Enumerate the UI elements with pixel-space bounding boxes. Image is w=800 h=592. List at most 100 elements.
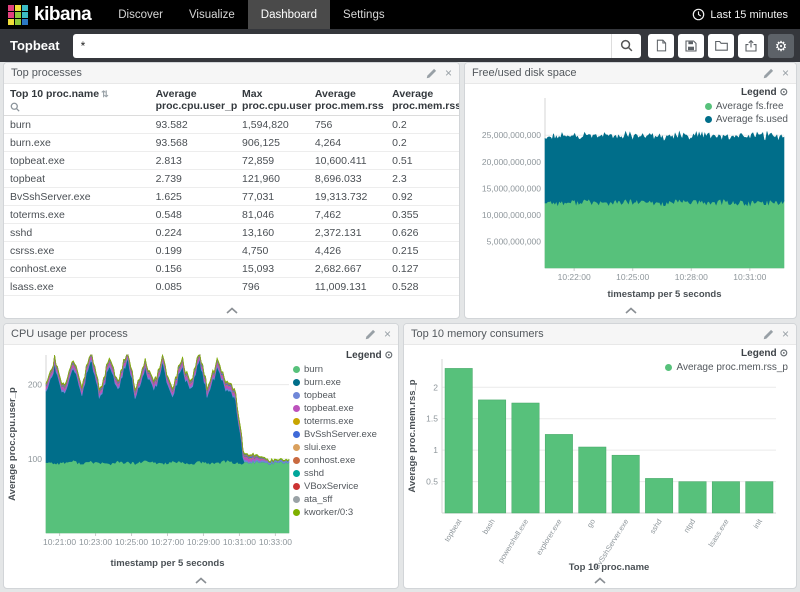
remove-panel-button[interactable]: × [782, 67, 789, 79]
legend-item[interactable]: kworker/0:3 [293, 507, 393, 518]
memory-chart-legend: Legend⊙ Average proc.mem.rss_p [665, 348, 788, 373]
save-dashboard-button[interactable] [678, 34, 704, 58]
remove-panel-button[interactable]: × [445, 67, 452, 79]
column-header[interactable]: Average proc.cpu.user_p [150, 84, 236, 116]
remove-panel-button[interactable]: × [384, 328, 391, 340]
legend-item-label: conhost.exe [304, 455, 355, 466]
collapse-panel-button[interactable] [212, 304, 252, 317]
svg-text:0.5: 0.5 [426, 477, 438, 487]
table-cell: 0.626 [386, 224, 459, 242]
collapse-panel-button[interactable] [580, 574, 620, 587]
legend-item[interactable]: topbeat [293, 390, 393, 401]
svg-text:10:29:00: 10:29:00 [187, 537, 220, 547]
edit-panel-button[interactable] [763, 329, 774, 340]
legend-item[interactable]: VBoxService [293, 481, 393, 492]
search-button[interactable] [611, 34, 641, 58]
share-dashboard-button[interactable] [738, 34, 764, 58]
table-cell: 15,093 [236, 260, 309, 278]
table-cell: toterms.exe [4, 206, 150, 224]
svg-text:10:22:00: 10:22:00 [558, 272, 591, 282]
bar[interactable] [612, 455, 639, 513]
column-header[interactable]: Top 10 proc.name⇅ [4, 84, 150, 116]
close-icon: × [445, 67, 452, 79]
nav-item-dashboard[interactable]: Dashboard [248, 0, 330, 29]
bar[interactable] [679, 482, 706, 513]
svg-text:10:27:00: 10:27:00 [151, 537, 184, 547]
legend-item-label: kworker/0:3 [304, 507, 353, 518]
table-row: topbeat.exe2.81372,85910,600.4110.51 [4, 152, 459, 170]
main-nav: Discover Visualize Dashboard Settings [105, 0, 397, 29]
svg-text:init: init [751, 517, 764, 531]
legend-item[interactable]: burn [293, 364, 393, 375]
svg-text:10:31:00: 10:31:00 [733, 272, 766, 282]
edit-panel-button[interactable] [763, 68, 774, 79]
area-series[interactable] [46, 359, 289, 465]
table-row: conhost.exe0.15615,0932,682.6670.127 [4, 260, 459, 278]
legend-header[interactable]: Legend⊙ [293, 350, 393, 361]
load-dashboard-button[interactable] [708, 34, 734, 58]
legend-item-label: Average fs.free [716, 101, 784, 112]
new-dashboard-button[interactable] [648, 34, 674, 58]
edit-panel-button[interactable] [365, 329, 376, 340]
nav-item-settings[interactable]: Settings [330, 0, 398, 29]
chevron-up-icon [625, 307, 637, 314]
column-header[interactable]: Average proc.mem.rss [309, 84, 386, 116]
legend-header[interactable]: Legend⊙ [705, 87, 788, 98]
table-cell: csrss.exe [4, 242, 150, 260]
legend-item[interactable]: toterms.exe [293, 416, 393, 427]
table-row: burn.exe93.568906,1254,2640.2 [4, 134, 459, 152]
panel-header: Top processes × [4, 63, 459, 84]
table-cell: 756 [309, 116, 386, 134]
remove-panel-button[interactable]: × [782, 328, 789, 340]
table-cell: 2.813 [150, 152, 236, 170]
area-series[interactable] [545, 131, 784, 205]
options-button[interactable]: ⚙ [768, 34, 794, 58]
nav-item-discover[interactable]: Discover [105, 0, 176, 29]
legend-item[interactable]: conhost.exe [293, 455, 393, 466]
area-series[interactable] [46, 460, 289, 533]
edit-panel-button[interactable] [426, 68, 437, 79]
table-cell: topbeat.exe [4, 152, 150, 170]
bar[interactable] [645, 478, 672, 513]
bar[interactable] [746, 482, 773, 513]
sort-icon[interactable]: ⇅ [101, 89, 109, 99]
nav-item-visualize[interactable]: Visualize [176, 0, 248, 29]
clock-icon [692, 8, 705, 21]
legend-item[interactable]: BvSshServer.exe [293, 429, 393, 440]
kibana-home-link[interactable]: kibana [0, 0, 105, 29]
bar[interactable] [445, 368, 472, 513]
svg-text:powershell.exe: powershell.exe [496, 517, 530, 564]
legend-item[interactable]: slui.exe [293, 442, 393, 453]
table-cell: 2.3 [386, 170, 459, 188]
legend-item[interactable]: sshd [293, 468, 393, 479]
table-row: sshd0.22413,1602,372.1310.626 [4, 224, 459, 242]
bar[interactable] [712, 482, 739, 513]
bar[interactable] [512, 403, 539, 513]
table-cell: conhost.exe [4, 260, 150, 278]
collapse-panel-button[interactable] [611, 304, 651, 317]
search-icon [620, 39, 633, 52]
column-header[interactable]: Average proc.mem.rss_p [386, 84, 459, 116]
svg-text:bash: bash [481, 517, 497, 536]
cpu-usage-chart[interactable]: 100200Average proc.cpu.user_p10:21:0010:… [6, 347, 294, 573]
time-filter-button[interactable]: Last 15 minutes [680, 0, 800, 29]
legend-header[interactable]: Legend⊙ [665, 348, 788, 359]
area-series[interactable] [545, 199, 784, 268]
bar[interactable] [545, 434, 572, 513]
svg-text:topbeat: topbeat [442, 517, 463, 544]
svg-text:25,000,000,000: 25,000,000,000 [482, 130, 541, 140]
magnifier-icon[interactable] [10, 102, 144, 113]
legend-item[interactable]: ata_sff [293, 494, 393, 505]
column-header[interactable]: Max proc.cpu.user [236, 84, 309, 116]
collapse-panel-button[interactable] [181, 574, 221, 587]
legend-item[interactable]: burn.exe [293, 377, 393, 388]
legend-item[interactable]: Average fs.free [705, 101, 788, 112]
bar[interactable] [579, 447, 606, 513]
bar[interactable] [478, 400, 505, 513]
table-row: topbeat2.739121,9608,696.0332.3 [4, 170, 459, 188]
legend-item[interactable]: topbeat.exe [293, 403, 393, 414]
legend-item[interactable]: Average fs.used [705, 114, 788, 125]
legend-item[interactable]: Average proc.mem.rss_p [665, 362, 788, 373]
memory-consumers-chart[interactable]: 0.511.52Average proc.mem.rss_ptopbeatbas… [406, 347, 792, 573]
query-input[interactable] [73, 34, 611, 58]
